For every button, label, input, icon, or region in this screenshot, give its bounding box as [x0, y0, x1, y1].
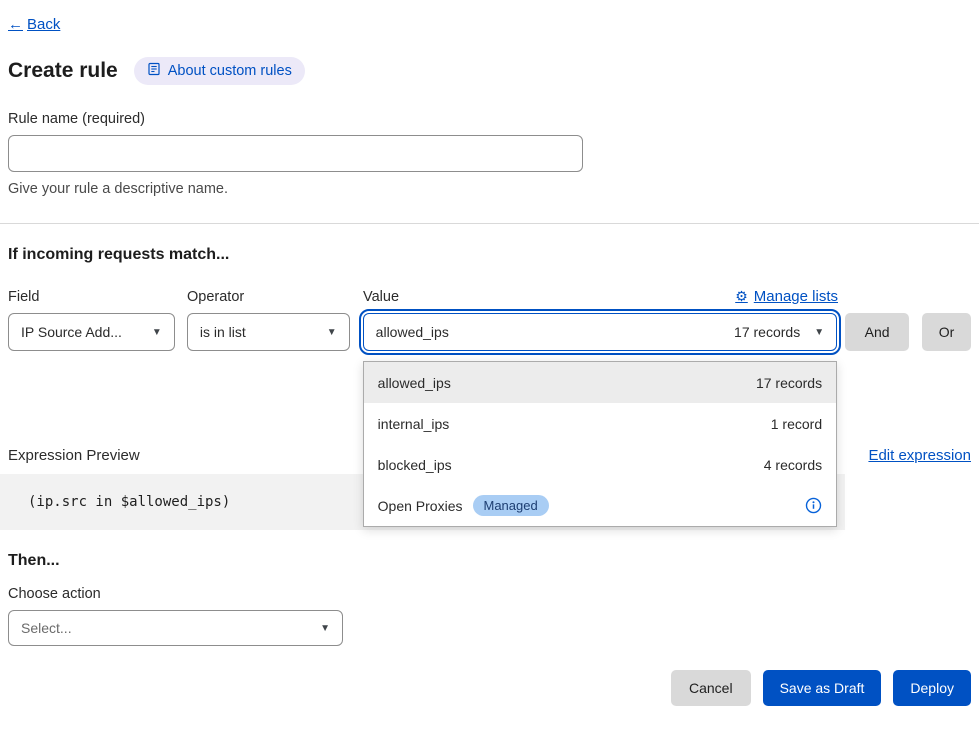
list-option-allowed-ips[interactable]: allowed_ips 17 records — [364, 362, 836, 403]
create-rule-page: ← Back Create rule About custom rules Ru… — [0, 0, 979, 706]
back-link[interactable]: ← Back — [8, 16, 60, 33]
list-option-name: Open Proxies — [378, 498, 463, 514]
value-dropdown-menu: allowed_ips 17 records internal_ips 1 re… — [363, 361, 837, 527]
list-option-records: 4 records — [764, 457, 822, 473]
rule-name-input[interactable] — [8, 135, 583, 172]
manage-lists-link[interactable]: ⚙ Manage lists — [735, 288, 838, 305]
action-select-value: Select... — [21, 620, 72, 636]
about-custom-rules-label: About custom rules — [168, 63, 292, 79]
chevron-down-icon: ▼ — [310, 623, 330, 634]
info-icon[interactable] — [805, 497, 822, 514]
field-select[interactable]: IP Source Add... ▼ — [8, 313, 175, 351]
then-heading: Then... — [8, 552, 971, 570]
operator-select-value: is in list — [200, 324, 246, 340]
chevron-down-icon: ▼ — [814, 327, 824, 338]
action-select[interactable]: Select... ▼ — [8, 610, 343, 646]
title-row: Create rule About custom rules — [8, 57, 971, 85]
edit-expression-link[interactable]: Edit expression — [868, 447, 971, 464]
chevron-down-icon: ▼ — [142, 327, 162, 338]
list-option-internal-ips[interactable]: internal_ips 1 record — [364, 403, 836, 444]
operator-select[interactable]: is in list ▼ — [187, 313, 350, 351]
managed-badge: Managed — [473, 495, 549, 516]
or-button[interactable]: Or — [922, 313, 971, 351]
manage-lists-label: Manage lists — [754, 288, 838, 305]
cancel-button[interactable]: Cancel — [671, 670, 751, 706]
list-option-records: 1 record — [771, 416, 822, 432]
footer-actions: Cancel Save as Draft Deploy — [8, 670, 971, 706]
value-label: Value — [363, 289, 399, 305]
operator-label: Operator — [187, 289, 350, 305]
field-label: Field — [8, 289, 175, 305]
back-label: Back — [27, 16, 60, 33]
value-select-name: allowed_ips — [376, 324, 449, 340]
match-heading: If incoming requests match... — [8, 246, 971, 264]
section-divider — [0, 223, 979, 224]
back-arrow-icon: ← — [8, 16, 23, 33]
list-option-name: internal_ips — [378, 416, 450, 432]
value-select-records: 17 records — [734, 324, 800, 340]
list-option-open-proxies[interactable]: Open Proxies Managed — [364, 485, 836, 526]
rule-name-label: Rule name (required) — [8, 111, 971, 127]
field-select-value: IP Source Add... — [21, 324, 122, 340]
about-custom-rules-link[interactable]: About custom rules — [134, 57, 305, 85]
book-icon — [147, 62, 161, 80]
value-select-wrap: allowed_ips 17 records ▼ allowed_ips 17 … — [363, 313, 837, 351]
value-select[interactable]: allowed_ips 17 records ▼ — [363, 313, 837, 351]
expression-preview-label: Expression Preview — [8, 447, 140, 464]
list-option-records: 17 records — [756, 375, 822, 391]
page-title: Create rule — [8, 59, 118, 83]
match-labels-row: Field Operator Value ⚙ Manage lists — [8, 288, 971, 305]
rule-name-helper: Give your rule a descriptive name. — [8, 181, 971, 197]
chevron-down-icon: ▼ — [317, 327, 337, 338]
deploy-button[interactable]: Deploy — [893, 670, 971, 706]
choose-action-label: Choose action — [8, 586, 971, 602]
save-as-draft-button[interactable]: Save as Draft — [763, 670, 882, 706]
and-button[interactable]: And — [845, 313, 909, 351]
list-option-blocked-ips[interactable]: blocked_ips 4 records — [364, 444, 836, 485]
match-controls-row: IP Source Add... ▼ is in list ▼ allowed_… — [8, 313, 971, 351]
list-option-name: allowed_ips — [378, 375, 451, 391]
list-option-name: blocked_ips — [378, 457, 452, 473]
gear-icon: ⚙ — [735, 288, 748, 305]
